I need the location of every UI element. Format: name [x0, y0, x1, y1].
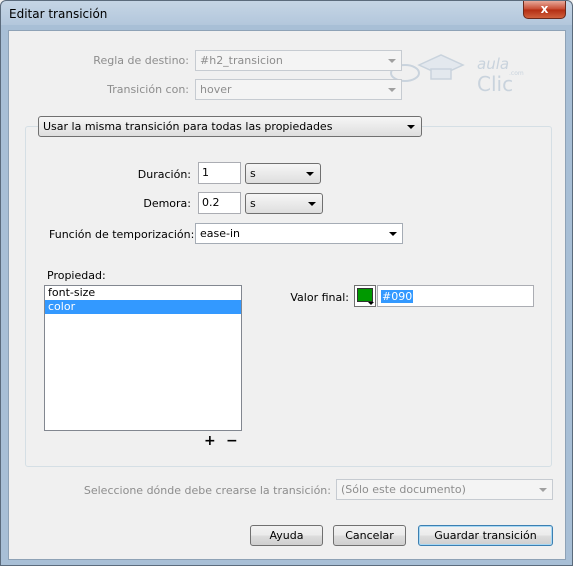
valor-label: Valor final:: [290, 291, 349, 304]
demora-unit-select[interactable]: s: [245, 193, 323, 214]
aulaclic-logo: aula .com Clic: [390, 54, 524, 95]
transicion-select[interactable]: hover: [195, 79, 402, 100]
destino-label: Seleccione dónde debe crearse la transic…: [83, 484, 331, 497]
funcion-label: Función de temporización:: [49, 228, 195, 241]
demora-input[interactable]: 0.2: [198, 192, 241, 214]
logo-text-bottom: Clic: [477, 72, 513, 95]
close-button[interactable]: x: [523, 1, 566, 19]
list-item[interactable]: font-size: [45, 286, 241, 300]
help-button[interactable]: Ayuda: [250, 525, 323, 546]
destino-select[interactable]: (Sólo este documento): [336, 479, 553, 500]
window-title: Editar transición: [9, 7, 108, 21]
add-property-button[interactable]: +: [204, 433, 216, 449]
demora-value: 0.2: [202, 196, 220, 209]
duracion-input[interactable]: 1: [198, 162, 241, 184]
mode-value: Usar la misma transición para todas las …: [43, 120, 333, 133]
cancel-button[interactable]: Cancelar: [333, 525, 406, 546]
chevron-down-icon: [539, 488, 547, 492]
list-item[interactable]: color: [45, 300, 241, 314]
funcion-value: ease-in: [200, 227, 241, 240]
transicion-value: hover: [200, 83, 232, 96]
chevron-down-icon: [389, 232, 397, 236]
regla-value: #h2_transicion: [200, 54, 283, 67]
dialog-body: aula .com Clic Regla de destino: #h2_tra…: [8, 30, 566, 560]
chevron-down-icon: [308, 202, 316, 206]
regla-select[interactable]: #h2_transicion: [195, 50, 402, 71]
remove-property-button[interactable]: −: [226, 433, 238, 449]
duracion-label: Duración:: [137, 168, 191, 181]
color-fill: [357, 288, 373, 302]
color-swatch-button[interactable]: [354, 285, 376, 307]
chevron-down-icon: [388, 59, 396, 63]
dialog-window: Editar transición x aula .com Clic Regla…: [0, 0, 573, 566]
duracion-unit-value: s: [250, 167, 256, 180]
destino-value: (Sólo este documento): [341, 483, 466, 496]
save-transition-button[interactable]: Guardar transición: [418, 525, 553, 546]
demora-label: Demora:: [143, 197, 191, 210]
chevron-down-icon: [407, 125, 415, 129]
duracion-unit-select[interactable]: s: [245, 163, 321, 184]
demora-unit-value: s: [250, 197, 256, 210]
valor-value: #090: [381, 290, 414, 303]
chevron-down-icon: [388, 88, 396, 92]
regla-label: Regla de destino:: [93, 54, 189, 67]
chevron-down-icon: [368, 302, 374, 305]
mode-select[interactable]: Usar la misma transición para todas las …: [38, 116, 422, 137]
propiedad-list[interactable]: font-size color: [44, 285, 242, 431]
transicion-label: Transición con:: [107, 83, 189, 96]
duracion-value: 1: [202, 166, 209, 179]
logo-text-top: aula: [477, 55, 509, 73]
valor-input[interactable]: #090: [377, 285, 534, 307]
funcion-select[interactable]: ease-in: [195, 223, 403, 244]
chevron-down-icon: [306, 172, 314, 176]
propiedad-label: Propiedad:: [47, 269, 106, 282]
